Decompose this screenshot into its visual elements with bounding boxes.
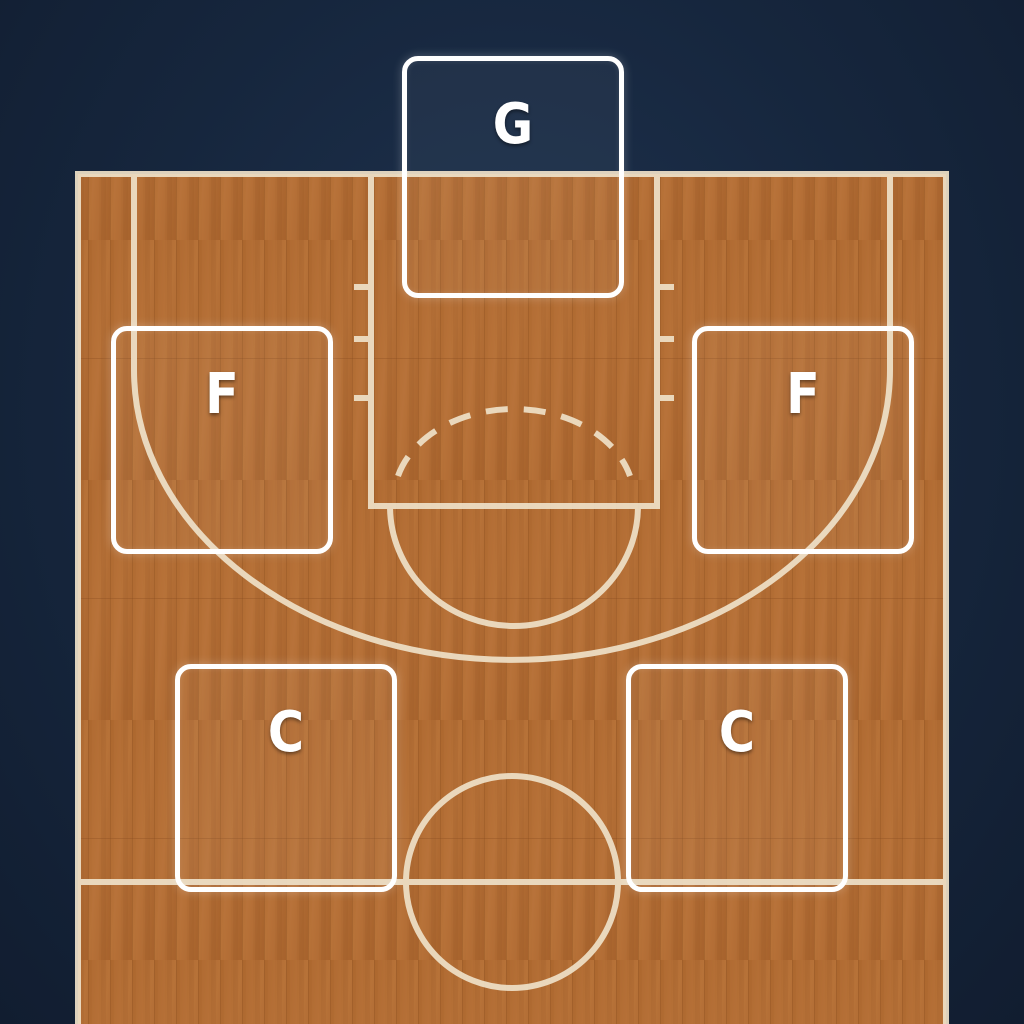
center-right-position-slot[interactable]: C [626, 664, 848, 892]
center-left-position-slot[interactable]: C [175, 664, 397, 892]
center-left-label: C [267, 700, 305, 765]
forward-left-label: F [205, 362, 239, 427]
center-right-label: C [718, 700, 756, 765]
guard-position-slot[interactable]: G [402, 56, 624, 298]
guard-label: G [492, 92, 534, 157]
forward-right-label: F [786, 362, 820, 427]
forward-right-position-slot[interactable]: F [692, 326, 914, 554]
forward-left-position-slot[interactable]: F [111, 326, 333, 554]
